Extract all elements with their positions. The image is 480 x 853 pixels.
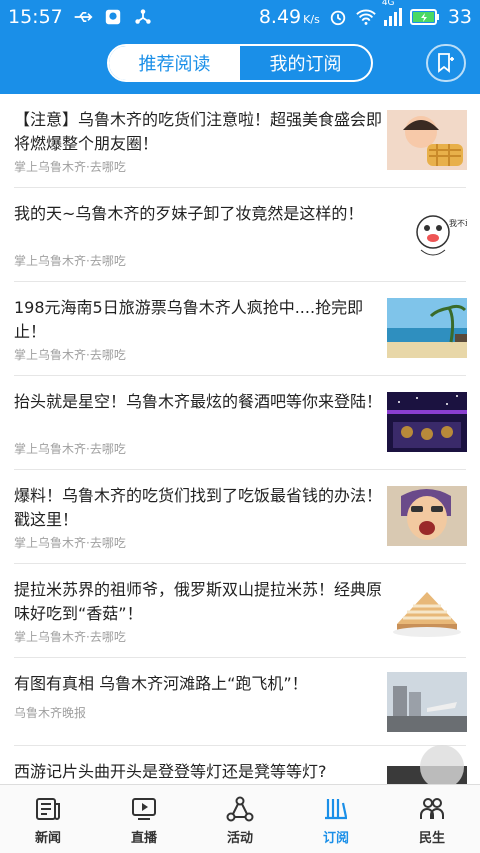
article-thumbnail: 我不敢看 脸面太美 xyxy=(387,204,467,264)
header: 推荐阅读 我的订阅 xyxy=(0,34,480,94)
list-item[interactable]: 西游记片头曲开头是登登等灯还是凳等等灯? xyxy=(0,746,480,784)
article-source: 掌上乌鲁木齐·去哪吃 xyxy=(14,442,126,456)
article-list: 【注意】乌鲁木齐的吃货们注意啦！超强美食盛会即将燃爆整个朋友圈！ 掌上乌鲁木齐·… xyxy=(0,94,480,784)
nav-activity[interactable]: 活动 xyxy=(192,785,288,853)
article-source: 掌上乌鲁木齐·去哪吃 xyxy=(14,536,126,550)
usb-icon xyxy=(74,12,93,22)
tab-recommended[interactable]: 推荐阅读 xyxy=(109,46,240,80)
battery-level: 33 xyxy=(447,6,472,28)
tab-subscribed[interactable]: 我的订阅 xyxy=(240,46,371,80)
bookmark-add-button[interactable] xyxy=(426,44,466,82)
subscribe-icon xyxy=(325,799,348,820)
article-source: 乌鲁木齐晚报 xyxy=(14,706,87,720)
nav-label: 新闻 xyxy=(34,831,61,846)
article-thumbnail xyxy=(387,580,467,640)
bottom-navigation: 新闻 直播 活动 订阅 民生 xyxy=(0,784,480,853)
nav-label: 订阅 xyxy=(322,831,349,846)
article-thumbnail xyxy=(387,298,467,358)
article-title: 抬头就是星空！乌鲁木齐最炫的餐酒吧等你来登陆！ xyxy=(14,392,383,411)
article-source: 掌上乌鲁木齐·去哪吃 xyxy=(14,348,126,362)
floating-action-button[interactable] xyxy=(420,745,464,789)
nav-label: 民生 xyxy=(418,831,445,846)
article-title: 我的天~乌鲁木齐的歹妹子卸了妆竟然是这样的！ xyxy=(14,204,364,223)
nav-livelihood[interactable]: 民生 xyxy=(384,785,480,853)
signal-indicator: 4G xyxy=(382,0,402,26)
newspaper-icon xyxy=(36,798,60,820)
share-nodes-icon xyxy=(226,796,254,822)
people-icon xyxy=(420,798,444,819)
article-source: 掌上乌鲁木齐·去哪吃 xyxy=(14,630,126,644)
article-source: 掌上乌鲁木齐·去哪吃 xyxy=(14,160,126,174)
nav-label: 活动 xyxy=(226,831,253,846)
nav-subscribe[interactable]: 订阅 xyxy=(288,785,384,853)
bookmark-add-icon xyxy=(438,53,454,73)
list-item[interactable]: 【注意】乌鲁木齐的吃货们注意啦！超强美食盛会即将燃爆整个朋友圈！ 掌上乌鲁木齐·… xyxy=(0,94,480,188)
article-source: 掌上乌鲁木齐·去哪吃 xyxy=(14,254,126,268)
article-title: 198元海南5日旅游票乌鲁木齐人疯抢中....抢完即止！ xyxy=(14,298,364,341)
list-item[interactable]: 抬头就是星空！乌鲁木齐最炫的餐酒吧等你来登陆！ 掌上乌鲁木齐·去哪吃 xyxy=(0,376,480,470)
article-title: 有图有真相 乌鲁木齐河滩路上“跑飞机”！ xyxy=(14,674,308,693)
article-title: 【注意】乌鲁木齐的吃货们注意啦！超强美食盛会即将燃爆整个朋友圈！ xyxy=(14,110,383,153)
nav-live[interactable]: 直播 xyxy=(96,785,192,853)
alarm-icon xyxy=(330,10,346,26)
wifi-icon xyxy=(356,9,376,25)
list-item[interactable]: 我的天~乌鲁木齐的歹妹子卸了妆竟然是这样的！ 掌上乌鲁木齐·去哪吃 我不敢看 脸… xyxy=(0,188,480,282)
article-title: 西游记片头曲开头是登登等灯还是凳等等灯? xyxy=(14,762,327,781)
article-title: 提拉米苏界的祖师爷，俄罗斯双山提拉米苏！经典原味好吃到“香菇”！ xyxy=(14,580,383,623)
thumb-caption: 我不敢看 脸面太美 xyxy=(449,218,467,228)
article-thumbnail xyxy=(387,486,467,546)
notification-icon xyxy=(105,9,120,25)
list-item[interactable]: 198元海南5日旅游票乌鲁木齐人疯抢中....抢完即止！ 掌上乌鲁木齐·去哪吃 xyxy=(0,282,480,376)
tab-switcher: 推荐阅读 我的订阅 xyxy=(107,44,373,82)
clock: 15:57 xyxy=(8,6,63,28)
play-icon xyxy=(132,798,156,820)
list-item[interactable]: 爆料！乌鲁木齐的吃货们找到了吃饭最省钱的办法！戳这里！ 掌上乌鲁木齐·去哪吃 xyxy=(0,470,480,564)
status-bar: 15:57 8.49 K/s 4G 33 xyxy=(0,0,480,34)
article-title: 爆料！乌鲁木齐的吃货们找到了吃饭最省钱的办法！戳这里！ xyxy=(14,486,383,529)
share-icon xyxy=(135,9,151,24)
battery-icon xyxy=(409,9,439,25)
nav-label: 直播 xyxy=(130,831,157,846)
list-item[interactable]: 有图有真相 乌鲁木齐河滩路上“跑飞机”！ 乌鲁木齐晚报 xyxy=(0,658,480,746)
article-thumbnail xyxy=(387,672,467,732)
network-speed: 8.49 K/s xyxy=(258,6,320,28)
article-thumbnail xyxy=(387,110,467,170)
list-item[interactable]: 提拉米苏界的祖师爷，俄罗斯双山提拉米苏！经典原味好吃到“香菇”！ 掌上乌鲁木齐·… xyxy=(0,564,480,658)
nav-news[interactable]: 新闻 xyxy=(0,785,96,853)
article-thumbnail xyxy=(387,392,467,452)
